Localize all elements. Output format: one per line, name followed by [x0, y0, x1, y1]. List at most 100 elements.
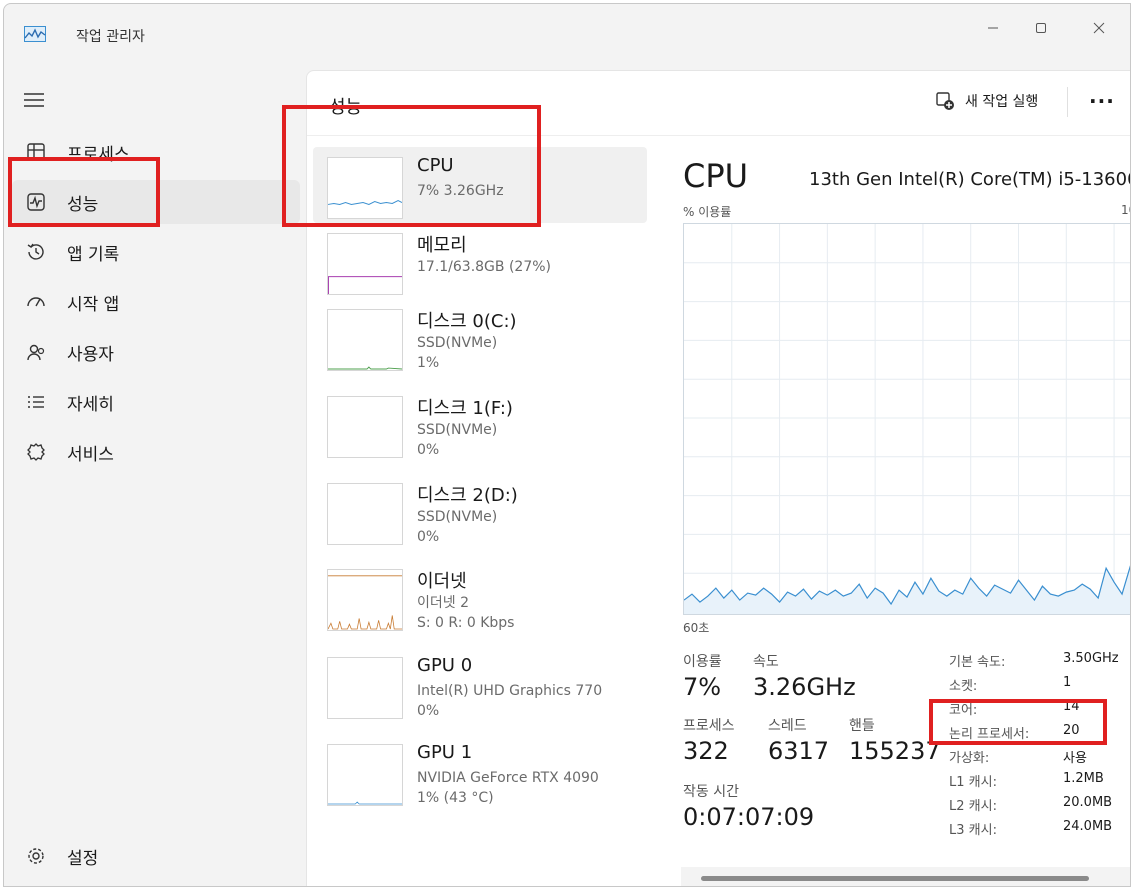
gpu-model: Intel(R) UHD Graphics 770	[417, 683, 603, 699]
nav-item-settings[interactable]: 설정	[12, 834, 300, 878]
task-manager-app-icon	[24, 26, 46, 42]
device-item-disk-2[interactable]: 디스크 2(D:) SSD(NVMe) 0%	[313, 473, 647, 549]
device-name: GPU 1	[417, 742, 473, 763]
nav-label-app-history: 앱 기록	[67, 244, 120, 265]
spec-value: 사용	[1063, 751, 1087, 766]
gpu-model: NVIDIA GeForce RTX 4090	[417, 770, 599, 786]
speed-value: 3.26GHz	[753, 673, 856, 701]
spec-label: L3 캐시:	[949, 823, 997, 838]
device-name: GPU 0	[417, 655, 473, 676]
device-usage: 1%	[417, 355, 440, 371]
threads-label: 스레드	[768, 718, 807, 734]
device-type: SSD(NVMe)	[417, 509, 498, 525]
device-item-disk-1[interactable]: 디스크 1(F:) SSD(NVMe) 0%	[313, 386, 647, 462]
highlight-box-cpu-item	[282, 105, 541, 227]
device-detail: SSD(NVMe) 0%	[417, 420, 497, 460]
nav-item-startup-apps[interactable]: 시작 앱	[12, 280, 300, 324]
graph-x-label: 60초	[683, 621, 710, 635]
device-name: 메모리	[417, 235, 467, 256]
minimize-button[interactable]	[970, 14, 1016, 42]
highlight-box-performance-nav	[8, 157, 160, 227]
device-usage: 0%	[417, 442, 440, 458]
nav-label-services: 서비스	[67, 444, 114, 465]
close-icon	[1093, 22, 1105, 34]
cpu-model: 13th Gen Intel(R) Core(TM) i5-13600	[809, 169, 1131, 190]
device-item-gpu-1[interactable]: GPU 1 NVIDIA GeForce RTX 4090 1% (43 °C)	[313, 734, 647, 810]
device-type: SSD(NVMe)	[417, 335, 498, 351]
device-detail: 이더넷 2 S: 0 R: 0 Kbps	[417, 593, 514, 633]
nav-item-users[interactable]: 사용자	[12, 330, 300, 374]
scrollbar-thumb[interactable]	[701, 876, 1089, 881]
device-usage: 0%	[417, 529, 440, 545]
nav-item-services[interactable]: 서비스	[12, 430, 300, 474]
nav-label-settings: 설정	[67, 848, 99, 869]
device-detail: Intel(R) UHD Graphics 770 0%	[417, 681, 602, 721]
uptime-label: 작동 시간	[683, 784, 739, 800]
disk-0-thumbnail-graph	[327, 309, 403, 371]
spec-value: 24.0MB	[1063, 819, 1113, 834]
device-name: 디스크 1(F:)	[417, 398, 513, 419]
adapter-name: 이더넷 2	[417, 595, 469, 611]
device-detail: 17.1/63.8GB (27%)	[417, 259, 552, 275]
more-options-icon[interactable]: ···	[1089, 89, 1115, 113]
nav-item-details[interactable]: 자세히	[12, 380, 300, 424]
window-title: 작업 관리자	[76, 29, 145, 45]
uptime-value: 0:07:07:09	[683, 803, 815, 831]
nav-label-details: 자세히	[67, 394, 114, 415]
run-new-task-label: 새 작업 실행	[965, 94, 1039, 110]
speed-label: 속도	[753, 654, 779, 670]
device-name: 디스크 2(D:)	[417, 485, 518, 506]
maximize-button[interactable]	[1018, 14, 1064, 42]
device-detail: NVIDIA GeForce RTX 4090 1% (43 °C)	[417, 768, 599, 808]
handles-label: 핸들	[849, 718, 875, 734]
device-type: SSD(NVMe)	[417, 422, 498, 438]
title-bar: 작업 관리자	[4, 4, 1130, 52]
throughput: S: 0 R: 0 Kbps	[417, 615, 515, 631]
device-detail: SSD(NVMe) 1%	[417, 333, 497, 373]
task-manager-window: 작업 관리자 프로세스 성능 앱 기록 시작 앱 사용자 자세히 서비스 설정 …	[3, 3, 1131, 887]
services-icon	[25, 441, 47, 463]
horizontal-scrollbar[interactable]	[681, 867, 1130, 886]
graph-y-label: % 이용률	[683, 205, 732, 219]
device-item-disk-0[interactable]: 디스크 0(C:) SSD(NVMe) 1%	[313, 299, 647, 375]
device-item-memory[interactable]: 메모리 17.1/63.8GB (27%)	[313, 223, 647, 299]
device-usage: 0%	[417, 703, 440, 719]
spec-value: 1	[1063, 675, 1072, 690]
run-new-task-button[interactable]: 새 작업 실행	[935, 91, 1038, 111]
details-icon	[25, 391, 47, 413]
close-button[interactable]	[1076, 14, 1122, 42]
device-item-ethernet[interactable]: 이더넷 이더넷 2 S: 0 R: 0 Kbps	[313, 559, 647, 635]
gear-icon	[25, 845, 47, 867]
nav-label-startup-apps: 시작 앱	[67, 294, 120, 315]
detail-title: CPU	[683, 157, 749, 195]
maximize-icon	[1036, 23, 1046, 33]
disk-1-thumbnail-graph	[327, 396, 403, 458]
highlight-box-logical-processors	[929, 699, 1107, 745]
gpu-1-thumbnail-graph	[327, 744, 403, 806]
header-divider	[1067, 87, 1068, 117]
nav-item-app-history[interactable]: 앱 기록	[12, 230, 300, 274]
spec-value: 1.2MB	[1063, 771, 1104, 786]
users-icon	[25, 341, 47, 363]
device-name: 이더넷	[417, 571, 467, 592]
nav-label-users: 사용자	[67, 344, 114, 365]
new-task-icon	[936, 92, 954, 110]
device-usage: 1% (43 °C)	[417, 790, 494, 806]
spec-label: 기본 속도:	[949, 655, 1006, 670]
handles-value: 155237	[849, 737, 941, 765]
device-detail: SSD(NVMe) 0%	[417, 507, 497, 547]
device-name: 디스크 0(C:)	[417, 311, 517, 332]
minimize-icon	[988, 27, 998, 29]
memory-thumbnail-graph	[327, 233, 403, 295]
cpu-utilization-graph	[683, 223, 1130, 615]
spec-label: 가상화:	[949, 751, 990, 766]
utilization-value: 7%	[683, 673, 722, 701]
gpu-0-thumbnail-graph	[327, 657, 403, 719]
spec-value: 3.50GHz	[1063, 651, 1119, 666]
processes-label: 프로세스	[683, 718, 735, 734]
history-icon	[25, 241, 47, 263]
hamburger-menu-icon[interactable]	[22, 90, 46, 110]
graph-y-max: 10	[1121, 203, 1130, 217]
startup-icon	[25, 291, 47, 313]
device-item-gpu-0[interactable]: GPU 0 Intel(R) UHD Graphics 770 0%	[313, 647, 647, 723]
